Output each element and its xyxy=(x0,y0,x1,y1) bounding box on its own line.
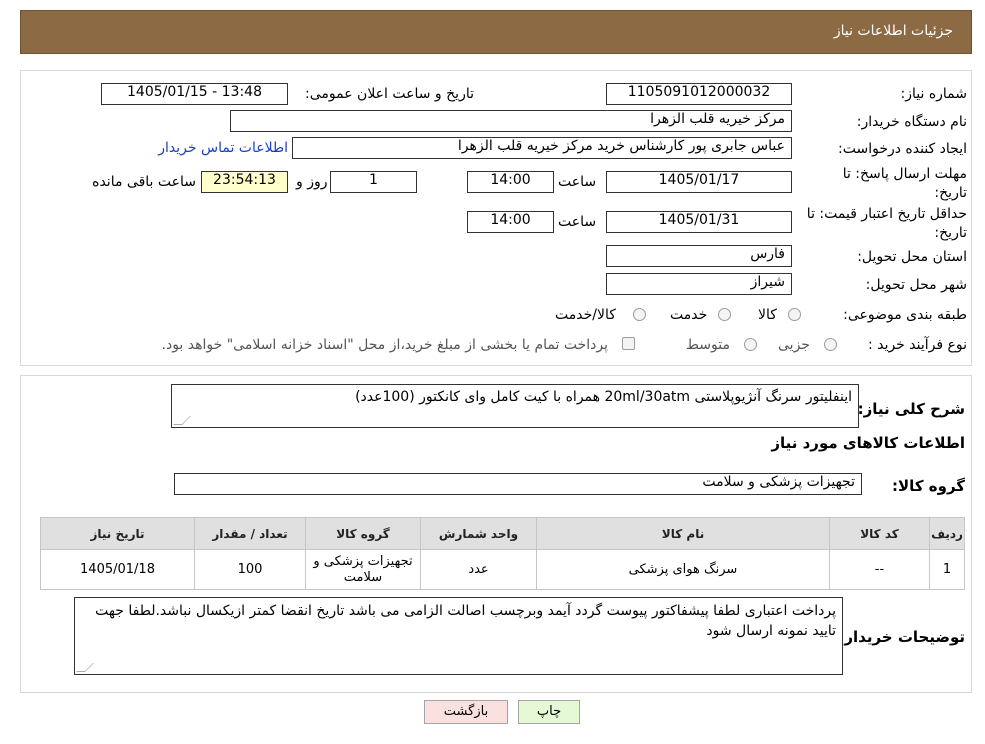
process-minor-radio[interactable] xyxy=(824,338,837,351)
category-goods-service-label: کالا/خدمت xyxy=(555,307,616,323)
reply-date-field: 1405/01/17 xyxy=(606,171,792,193)
remaining-time-field: 23:54:13 xyxy=(201,171,288,193)
cell-need-date: 1405/01/18 xyxy=(40,549,195,590)
category-goods-radio[interactable] xyxy=(788,308,801,321)
col-need-date: تاریخ نیاز xyxy=(40,517,195,550)
buyer-org-label: نام دستگاه خریدار: xyxy=(856,114,967,130)
contact-buyer-link[interactable]: اطلاعات تماس خریدار xyxy=(155,140,288,156)
summary-textarea[interactable]: اینفلیتور سرنگ آنژیوپلاستی 20ml/30atm هم… xyxy=(171,384,859,428)
days-label: روز و xyxy=(296,174,328,190)
price-date-field: 1405/01/31 xyxy=(606,211,792,233)
category-service-label: خدمت xyxy=(670,307,708,323)
process-label: نوع فرآیند خرید : xyxy=(868,337,967,353)
print-button[interactable]: چاپ xyxy=(518,700,580,724)
treasury-payment-checkbox[interactable] xyxy=(622,337,635,350)
col-item-name: نام کالا xyxy=(536,517,830,550)
back-button[interactable]: بازگشت xyxy=(424,700,508,724)
price-time-label: ساعت xyxy=(558,214,597,230)
reply-deadline-label: مهلت ارسال پاسخ: تا تاریخ: xyxy=(842,166,967,201)
col-group: گروه کالا xyxy=(305,517,421,550)
page-header: جزئیات اطلاعات نیاز xyxy=(20,10,972,54)
price-time-field: 14:00 xyxy=(467,211,554,233)
city-label: شهر محل تحویل: xyxy=(865,277,967,293)
process-medium-radio[interactable] xyxy=(744,338,757,351)
cell-row-number: 1 xyxy=(929,549,965,590)
announce-field: 1405/01/15 - 13:48 xyxy=(101,83,288,105)
summary-resize-handle[interactable] xyxy=(174,417,182,425)
col-unit: واحد شمارش xyxy=(420,517,537,550)
process-medium-label: متوسط xyxy=(686,337,730,353)
buyer-org-field: مرکز خیریه قلب الزهرا xyxy=(230,110,792,132)
col-quantity: تعداد / مقدار xyxy=(194,517,306,550)
payment-note: پرداخت تمام یا بخشی از مبلغ خرید،از محل … xyxy=(161,337,608,353)
goods-group-field: تجهیزات پزشکی و سلامت xyxy=(174,473,862,495)
table-header-row: ردیف کد کالا نام کالا واحد شمارش گروه کا… xyxy=(40,517,965,550)
days-field: 1 xyxy=(330,171,417,193)
category-service-radio[interactable] xyxy=(718,308,731,321)
col-item-code: کد کالا xyxy=(829,517,930,550)
cell-item-name: سرنگ هوای پزشکی xyxy=(536,549,830,590)
cell-quantity: 100 xyxy=(194,549,306,590)
buyer-notes-text: پرداخت اعتباری لطفا پیشفاکتور پیوست گردد… xyxy=(95,603,836,639)
province-label: استان محل تحویل: xyxy=(857,249,967,265)
announce-label: تاریخ و ساعت اعلان عمومی: xyxy=(305,86,474,102)
cell-item-code: -- xyxy=(829,549,930,590)
need-number-field: 1105091012000032 xyxy=(606,83,792,105)
category-label: طبقه بندی موضوعی: xyxy=(843,307,967,323)
remaining-label: ساعت باقی مانده xyxy=(92,174,196,190)
category-goods-service-radio[interactable] xyxy=(633,308,646,321)
col-row-number: ردیف xyxy=(929,517,965,550)
creator-label: ایجاد کننده درخواست: xyxy=(838,141,967,157)
buyer-notes-resize-handle[interactable] xyxy=(77,664,85,672)
province-field: فارس xyxy=(606,245,792,267)
buyer-notes-textarea[interactable]: پرداخت اعتباری لطفا پیشفاکتور پیوست گردد… xyxy=(74,597,843,675)
summary-text: اینفلیتور سرنگ آنژیوپلاستی 20ml/30atm هم… xyxy=(355,389,852,405)
reply-time-label: ساعت xyxy=(558,174,597,190)
goods-info-title: اطلاعات کالاهای مورد نیاز xyxy=(771,434,965,452)
buyer-notes-label: توضیحات خریدار: xyxy=(838,628,965,646)
need-number-label: شماره نیاز: xyxy=(900,86,968,102)
price-validity-label: حداقل تاریخ اعتبار قیمت: تا تاریخ: xyxy=(806,206,967,241)
table-row: 1 -- سرنگ هوای پزشکی عدد تجهیزات پزشکی و… xyxy=(40,549,965,590)
process-minor-label: جزیی xyxy=(778,337,810,353)
category-goods-label: کالا xyxy=(758,307,777,323)
creator-field: عباس جابری پور کارشناس خرید مرکز خیریه ق… xyxy=(292,137,792,159)
cell-group: تجهیزات پزشکی و سلامت xyxy=(305,549,421,590)
reply-time-field: 14:00 xyxy=(467,171,554,193)
cell-unit: عدد xyxy=(420,549,537,590)
page-title: جزئیات اطلاعات نیاز xyxy=(833,23,953,39)
city-field: شیراز xyxy=(606,273,792,295)
goods-table: ردیف کد کالا نام کالا واحد شمارش گروه کا… xyxy=(40,517,965,590)
goods-group-label: گروه کالا: xyxy=(892,477,965,495)
summary-label: شرح کلی نیاز: xyxy=(857,400,965,418)
